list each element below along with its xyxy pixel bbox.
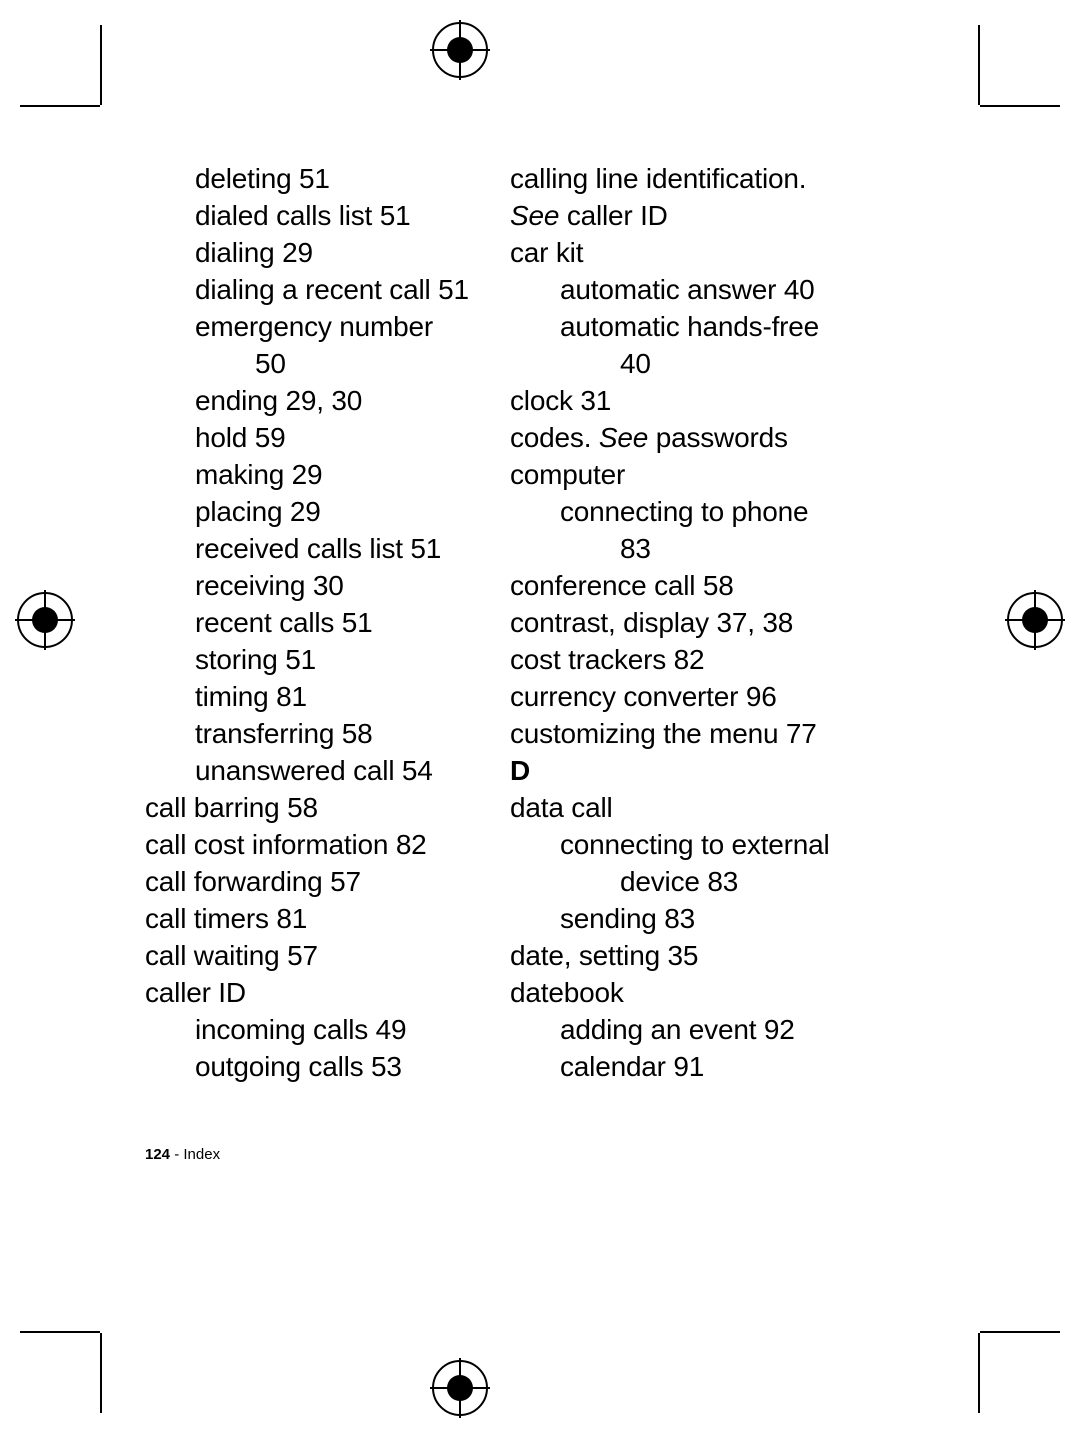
index-entry: clock 31 xyxy=(510,382,845,419)
index-entry: dialing a recent call 51 xyxy=(145,271,480,308)
index-entry-continuation: 40 xyxy=(510,345,845,382)
index-entry-continuation: device 83 xyxy=(510,863,845,900)
index-entry: call waiting 57 xyxy=(145,937,480,974)
index-entry: calendar 91 xyxy=(510,1048,845,1085)
index-entry: adding an event 92 xyxy=(510,1011,845,1048)
index-entry: connecting to external xyxy=(510,826,845,863)
crop-mark xyxy=(980,105,1060,107)
index-text: codes. xyxy=(510,422,599,453)
index-entry: datebook xyxy=(510,974,845,1011)
index-see-ref: See xyxy=(599,422,648,453)
index-text: caller ID xyxy=(559,200,667,231)
crop-mark xyxy=(20,105,100,107)
index-entry: call cost information 82 xyxy=(145,826,480,863)
index-see-ref: See xyxy=(510,200,559,231)
index-entry: call timers 81 xyxy=(145,900,480,937)
index-entry: codes. See passwords xyxy=(510,419,845,456)
index-text: calling line identification. xyxy=(510,163,806,194)
index-entry: deleting 51 xyxy=(145,160,480,197)
index-entry: automatic hands-free xyxy=(510,308,845,345)
index-entry: customizing the menu 77 xyxy=(510,715,845,752)
index-entry: dialed calls list 51 xyxy=(145,197,480,234)
index-entry: storing 51 xyxy=(145,641,480,678)
index-entry: received calls list 51 xyxy=(145,530,480,567)
registration-mark-icon xyxy=(430,1358,490,1418)
index-entry: connecting to phone xyxy=(510,493,845,530)
index-entry: car kit xyxy=(510,234,845,271)
index-entry: timing 81 xyxy=(145,678,480,715)
index-entry: incoming calls 49 xyxy=(145,1011,480,1048)
index-entry-continuation: 83 xyxy=(510,530,845,567)
index-entry: automatic answer 40 xyxy=(510,271,845,308)
index-text: passwords xyxy=(648,422,788,453)
index-entry: computer xyxy=(510,456,845,493)
index-entry: ending 29, 30 xyxy=(145,382,480,419)
index-entry: currency converter 96 xyxy=(510,678,845,715)
index-entry: emergency number xyxy=(145,308,480,345)
index-column-left: deleting 51 dialed calls list 51 dialing… xyxy=(145,160,480,1085)
index-section-letter: D xyxy=(510,752,845,789)
index-entry: transferring 58 xyxy=(145,715,480,752)
index-entry: call barring 58 xyxy=(145,789,480,826)
index-entry: data call xyxy=(510,789,845,826)
index-entry: recent calls 51 xyxy=(145,604,480,641)
registration-mark-icon xyxy=(15,590,75,650)
registration-mark-icon xyxy=(1005,590,1065,650)
index-entry: calling line identification. See caller … xyxy=(510,160,845,234)
index-entry: date, setting 35 xyxy=(510,937,845,974)
footer-label: Index xyxy=(183,1146,220,1163)
index-entry: outgoing calls 53 xyxy=(145,1048,480,1085)
index-entry: sending 83 xyxy=(510,900,845,937)
index-content: deleting 51 dialed calls list 51 dialing… xyxy=(145,160,845,1085)
index-column-right: calling line identification. See caller … xyxy=(510,160,845,1085)
index-entry: dialing 29 xyxy=(145,234,480,271)
index-entry: making 29 xyxy=(145,456,480,493)
index-entry: call forwarding 57 xyxy=(145,863,480,900)
crop-mark xyxy=(100,1333,102,1413)
index-entry: caller ID xyxy=(145,974,480,1011)
crop-mark xyxy=(100,25,102,105)
index-entry: cost trackers 82 xyxy=(510,641,845,678)
index-entry: placing 29 xyxy=(145,493,480,530)
index-entry: receiving 30 xyxy=(145,567,480,604)
index-entry-continuation: 50 xyxy=(145,345,480,382)
crop-mark xyxy=(980,1331,1060,1333)
registration-mark-icon xyxy=(430,20,490,80)
page-number: 124 xyxy=(145,1146,170,1163)
crop-mark xyxy=(20,1331,100,1333)
page-footer: 124 - Index xyxy=(145,1146,220,1163)
crop-mark xyxy=(978,1333,980,1413)
footer-separator: - xyxy=(170,1146,183,1163)
index-entry: unanswered call 54 xyxy=(145,752,480,789)
index-entry: contrast, display 37, 38 xyxy=(510,604,845,641)
index-entry: hold 59 xyxy=(145,419,480,456)
index-entry: conference call 58 xyxy=(510,567,845,604)
crop-mark xyxy=(978,25,980,105)
